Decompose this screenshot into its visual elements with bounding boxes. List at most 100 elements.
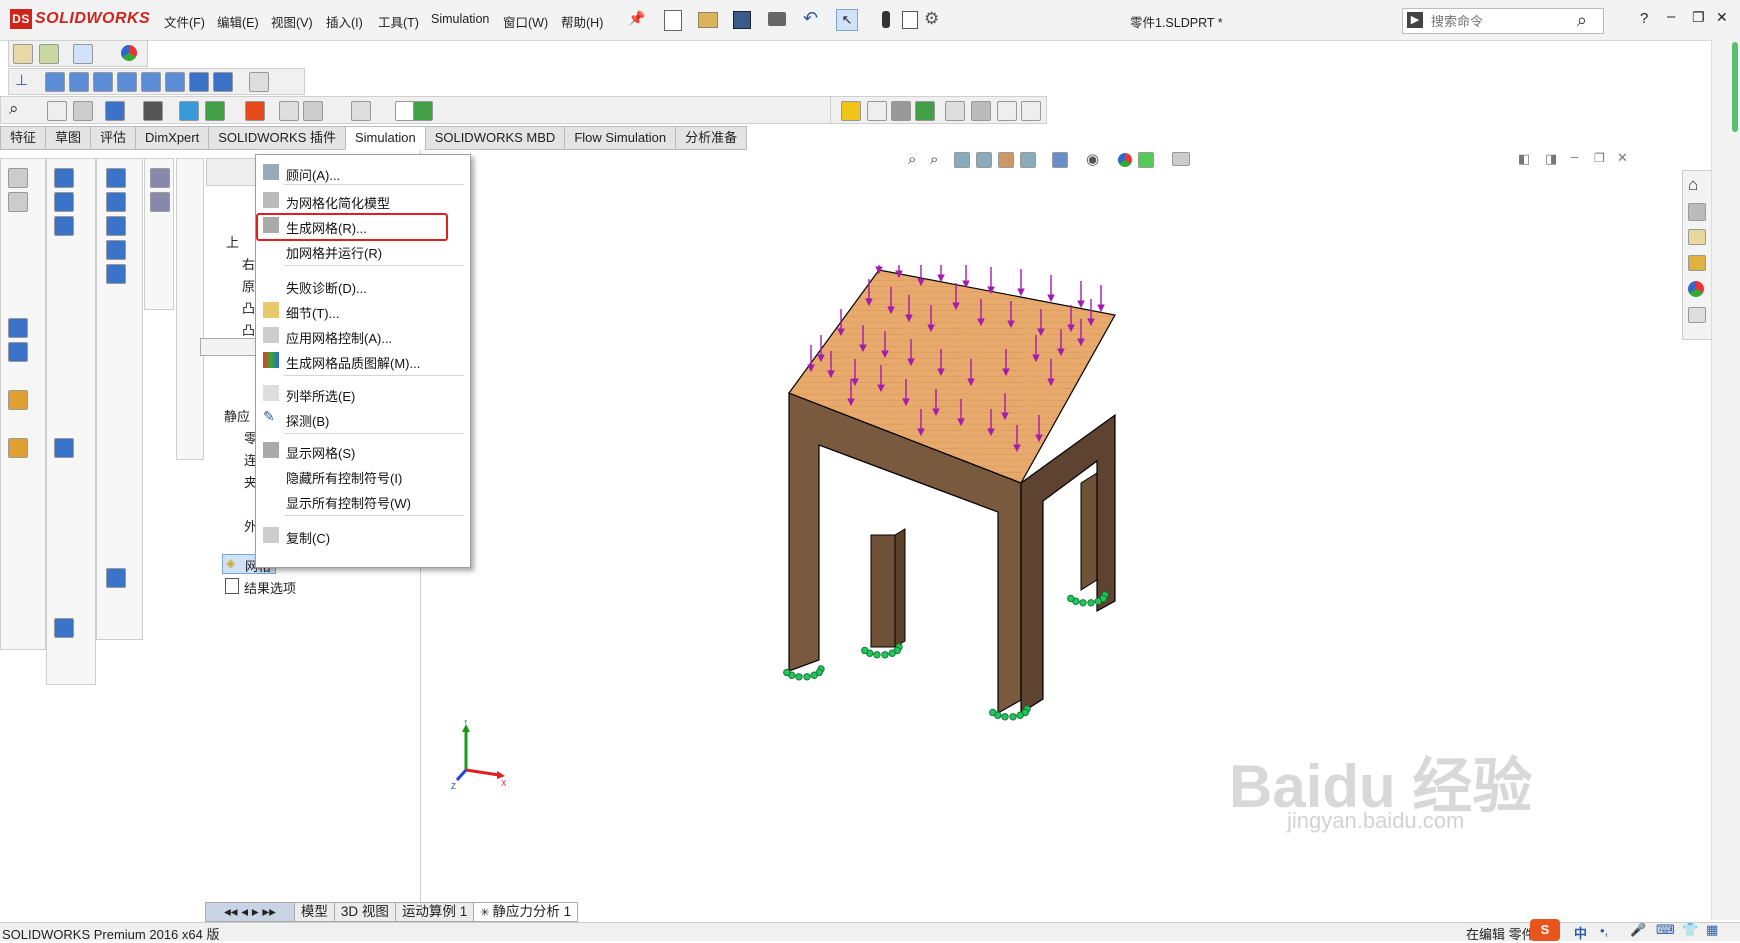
tab-mbd[interactable]: SOLIDWORKS MBD: [424, 126, 566, 150]
tab-dimxpert[interactable]: DimXpert: [135, 126, 210, 150]
ime-toolbox-icon[interactable]: ▦: [1706, 922, 1718, 938]
new-document-icon[interactable]: [664, 10, 682, 31]
menu-item-create-mesh[interactable]: 生成网格(R)...: [286, 218, 367, 237]
tool-icon-k[interactable]: [8, 168, 28, 188]
tab-3d-view[interactable]: 3D 视图: [333, 902, 396, 922]
tab-flow-simulation[interactable]: Flow Simulation: [564, 126, 677, 150]
appearance-icon[interactable]: [121, 45, 137, 61]
viewport-restore-icon[interactable]: ❐: [1594, 151, 1605, 165]
tool-icon-d[interactable]: [106, 168, 126, 188]
file-explorer-icon[interactable]: [1688, 229, 1706, 245]
zoom-icon[interactable]: ⌕: [9, 99, 19, 119]
search-box[interactable]: ▶ ⌕: [1402, 8, 1604, 34]
tool-icon-p[interactable]: [8, 438, 28, 458]
section-icon[interactable]: [891, 101, 911, 121]
viewport-close-icon[interactable]: ✕: [1617, 150, 1628, 166]
search-input[interactable]: [1429, 9, 1573, 33]
ime-keyboard-icon[interactable]: ⌨: [1656, 922, 1675, 938]
menu-simulation[interactable]: Simulation: [431, 12, 489, 26]
tree-item-right-plane[interactable]: 右: [242, 254, 255, 273]
restore-button[interactable]: ❐: [1692, 9, 1705, 26]
right-view-icon[interactable]: [117, 72, 137, 92]
report-icon[interactable]: [279, 101, 299, 121]
pin-icon[interactable]: 📌: [628, 10, 645, 27]
select-cursor-icon[interactable]: ↖: [836, 9, 858, 31]
measure-icon[interactable]: [249, 72, 269, 92]
print-3d-icon[interactable]: [971, 101, 991, 121]
tool-icon-e[interactable]: [106, 192, 126, 212]
tab-motion-study[interactable]: 运动算例 1: [394, 902, 475, 922]
material-icon[interactable]: [915, 101, 935, 121]
display-style-icon[interactable]: [1052, 152, 1068, 168]
menu-insert[interactable]: 插入(I): [326, 12, 363, 31]
tree-item-top-plane[interactable]: 上: [226, 232, 239, 251]
menu-item-mesh-quality-plot[interactable]: 生成网格品质图解(M)...: [286, 353, 420, 372]
graphics-viewport[interactable]: ⌕ ⌕ ◉ ◧ ◨ – ❐ ✕ Y X Z Baidu 经验 jingyan.b…: [421, 149, 1711, 902]
ime-skin-icon[interactable]: 👕: [1682, 922, 1698, 938]
plot-icon[interactable]: [351, 101, 371, 121]
bottom-view-icon[interactable]: [165, 72, 185, 92]
zoom-area-icon[interactable]: ⌕: [930, 151, 938, 168]
zoom-fit-icon[interactable]: ⌕: [908, 151, 916, 168]
ime-voice-icon[interactable]: 🎤: [1630, 922, 1646, 938]
close-button[interactable]: ✕: [1716, 9, 1728, 26]
open-folder-icon[interactable]: [698, 12, 718, 28]
isometric-view-icon[interactable]: [189, 72, 209, 92]
menu-item-copy[interactable]: 复制(C): [286, 528, 330, 547]
custom-properties-icon[interactable]: [1688, 307, 1706, 323]
image-icon[interactable]: [945, 101, 965, 121]
tool-icon-r[interactable]: [54, 618, 74, 638]
sogou-ime-icon[interactable]: S: [1530, 919, 1560, 941]
tree-item-boss-2[interactable]: 凸: [242, 320, 255, 339]
home-icon[interactable]: ⌂: [1688, 175, 1698, 195]
menu-window[interactable]: 窗口(W): [503, 12, 548, 31]
fixture-icon[interactable]: [105, 101, 125, 121]
menu-item-advisor[interactable]: 顾问(A)...: [286, 165, 340, 184]
tool-icon-q[interactable]: [54, 438, 74, 458]
list-view-icon[interactable]: [867, 101, 887, 121]
table-model[interactable]: [781, 265, 1201, 725]
document-icon[interactable]: [395, 101, 415, 121]
menu-item-list-selected[interactable]: 列举所选(E): [286, 386, 355, 405]
dynamic-annotation-icon[interactable]: [998, 152, 1014, 168]
view-palette-icon[interactable]: [1688, 255, 1706, 271]
minimize-button[interactable]: –: [1667, 8, 1675, 25]
tool-icon-j[interactable]: [150, 192, 170, 212]
tree-item-origin[interactable]: 原: [242, 276, 255, 295]
tool-icon-b[interactable]: [54, 192, 74, 212]
tool-icon-l[interactable]: [8, 192, 28, 212]
menu-item-show-control-symbols[interactable]: 显示所有控制符号(W): [286, 493, 411, 512]
menu-edit[interactable]: 编辑(E): [217, 12, 259, 31]
run-icon[interactable]: [179, 101, 199, 121]
smart-dimension-icon[interactable]: [39, 44, 59, 64]
view-orientation-icon[interactable]: [1020, 152, 1036, 168]
menu-item-probe[interactable]: 探测(B): [286, 411, 329, 430]
left-view-icon[interactable]: [93, 72, 113, 92]
appearances-icon[interactable]: [1688, 281, 1704, 297]
tab-model[interactable]: 模型: [293, 902, 335, 922]
front-view-icon[interactable]: [45, 72, 65, 92]
tab-features[interactable]: 特征: [0, 126, 47, 150]
hide-show-icon[interactable]: ◉: [1086, 150, 1099, 168]
tab-scroll-arrows[interactable]: ◂◂ ◂ ▸ ▸▸: [205, 902, 295, 922]
tool-icon-o[interactable]: [8, 390, 28, 410]
tab-evaluate[interactable]: 评估: [90, 126, 137, 150]
menu-item-apply-mesh-control[interactable]: 应用网格控制(A)...: [286, 328, 392, 347]
section-view-icon[interactable]: [976, 152, 992, 168]
save-icon[interactable]: [733, 11, 751, 29]
tree-item-boss-1[interactable]: 凸: [242, 298, 255, 317]
view-settings-icon[interactable]: [1172, 152, 1190, 166]
previous-view-icon[interactable]: [954, 152, 970, 168]
tree-scrollbar[interactable]: [200, 338, 258, 356]
load-icon[interactable]: [143, 101, 163, 121]
solidworks-logo[interactable]: DS SOLIDWORKS: [10, 9, 150, 29]
menu-tools[interactable]: 工具(T): [378, 12, 419, 31]
tab-analysis-prep[interactable]: 分析准备: [675, 126, 748, 150]
menu-item-simplify[interactable]: 为网格化简化模型: [286, 193, 390, 212]
help-button[interactable]: ?: [1640, 10, 1648, 27]
tool-icon-m[interactable]: [8, 318, 28, 338]
viewport-minimize-icon[interactable]: –: [1571, 149, 1578, 164]
search-icon[interactable]: ⌕: [1577, 10, 1587, 31]
menu-item-details[interactable]: 细节(T)...: [286, 303, 339, 322]
back-view-icon[interactable]: [69, 72, 89, 92]
